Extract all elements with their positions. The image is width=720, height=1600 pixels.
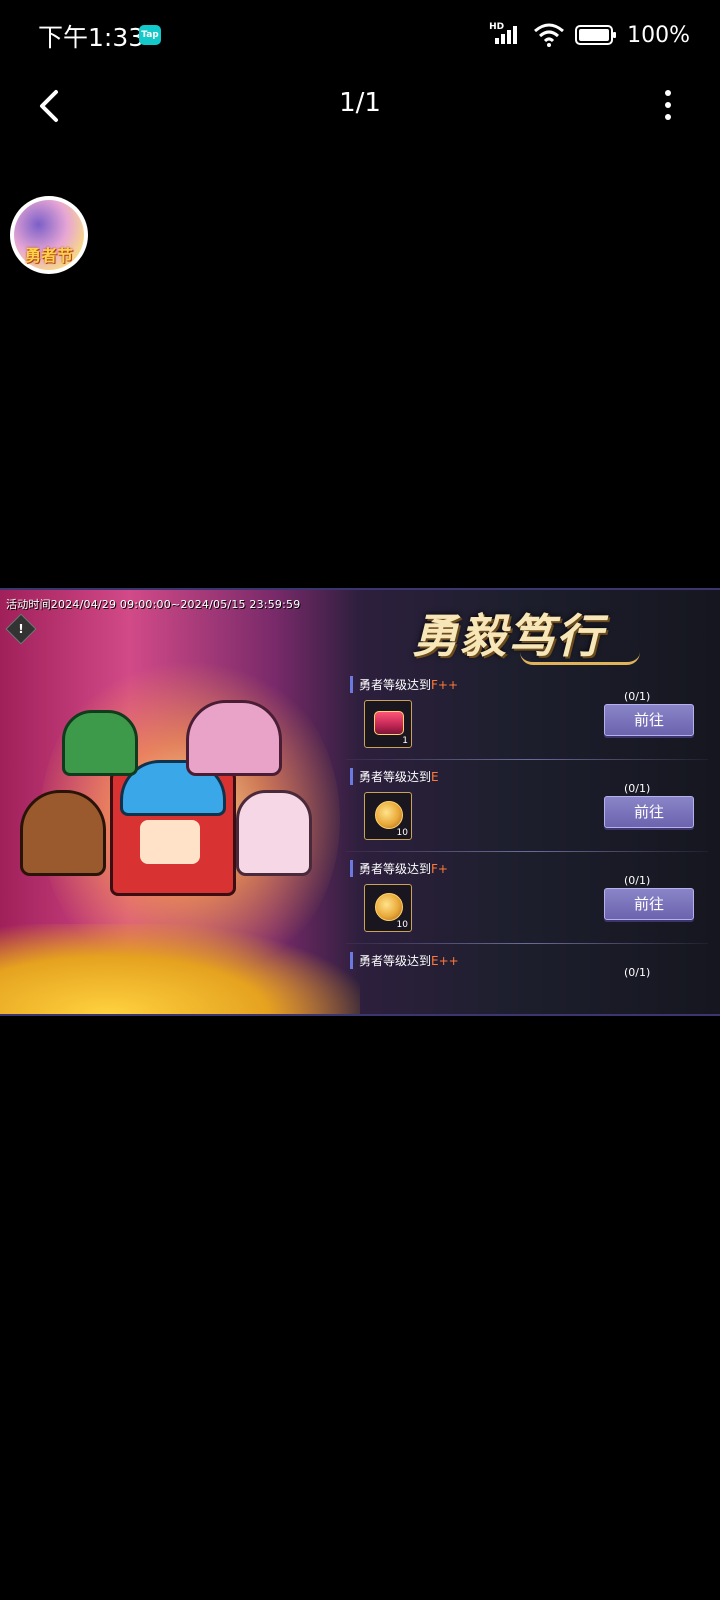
task-progress: (0/1) xyxy=(624,690,651,703)
more-dot-icon xyxy=(665,102,671,108)
hero-character-mage xyxy=(186,700,282,776)
author-avatar[interactable]: 勇者节 xyxy=(10,196,88,274)
task-progress: (0/1) xyxy=(624,782,651,795)
task-level: E++ xyxy=(431,954,459,968)
gold-coin-pile xyxy=(0,924,360,1014)
task-row: 勇者等级达到E++ (0/1) xyxy=(346,946,708,1014)
task-label: 勇者等级达到F+ xyxy=(350,860,448,877)
task-level: F+ xyxy=(431,862,448,876)
task-row: 勇者等级达到F++ 1 (0/1) 前往 xyxy=(346,670,708,762)
battery-percentage: 100% xyxy=(627,22,690,48)
avatar-logo-text: 勇者节 xyxy=(24,246,73,265)
more-dot-icon xyxy=(665,114,671,120)
reward-quantity: 10 xyxy=(396,828,408,838)
task-row: 勇者等级达到E 10 (0/1) 前往 xyxy=(346,762,708,854)
hero-character-priest xyxy=(236,790,312,876)
title-decoration xyxy=(520,652,640,665)
event-time-label: 活动时间2024/04/29 09:00:00~2024/05/15 23:59… xyxy=(6,598,301,611)
gold-coin-icon xyxy=(375,893,403,921)
info-icon[interactable]: ! xyxy=(5,613,37,645)
wifi-icon xyxy=(534,23,565,47)
divider xyxy=(346,943,708,944)
goto-button[interactable]: 前往 xyxy=(604,704,694,736)
reward-slot[interactable]: 10 xyxy=(364,884,412,932)
task-progress: (0/1) xyxy=(624,874,651,887)
battery-icon xyxy=(575,25,617,45)
treasure-chest-icon xyxy=(374,711,404,735)
status-icons: HD 100% xyxy=(489,20,690,50)
reward-slot[interactable]: 1 xyxy=(364,700,412,748)
more-dot-icon xyxy=(665,90,671,96)
task-row: 勇者等级达到F+ 10 (0/1) 前往 xyxy=(346,854,708,946)
task-label: 勇者等级达到E xyxy=(350,768,439,785)
signal-icon: HD xyxy=(489,22,523,48)
tap-app-icon: Tap xyxy=(139,25,161,45)
game-screenshot[interactable]: 活动时间2024/04/29 09:00:00~2024/05/15 23:59… xyxy=(0,588,720,1016)
goto-button[interactable]: 前往 xyxy=(604,888,694,920)
page-counter: 1/1 xyxy=(339,88,381,118)
goto-button[interactable]: 前往 xyxy=(604,796,694,828)
task-level: E xyxy=(431,770,439,784)
hero-character-girl xyxy=(20,790,106,876)
reward-quantity: 10 xyxy=(396,920,408,930)
top-nav-bar: 1/1 xyxy=(0,70,720,140)
divider xyxy=(346,851,708,852)
hero-character-green xyxy=(62,710,138,776)
task-level: F++ xyxy=(431,678,459,692)
reward-quantity: 1 xyxy=(402,736,408,746)
hero-face xyxy=(140,820,200,864)
divider xyxy=(346,759,708,760)
task-list: 勇者等级达到F++ 1 (0/1) 前往 勇者等级达到E 10 (0/1) 前往… xyxy=(346,670,708,1010)
status-bar: 下午1:33 Tap HD 100% xyxy=(0,0,720,70)
more-options-button[interactable] xyxy=(656,86,680,126)
status-time: 下午1:33 xyxy=(38,23,145,52)
task-label: 勇者等级达到E++ xyxy=(350,952,459,969)
gold-coin-icon xyxy=(375,801,403,829)
network-type-label: HD xyxy=(489,22,505,32)
task-label: 勇者等级达到F++ xyxy=(350,676,458,693)
reward-slot[interactable]: 10 xyxy=(364,792,412,840)
task-progress: (0/1) xyxy=(624,966,651,979)
